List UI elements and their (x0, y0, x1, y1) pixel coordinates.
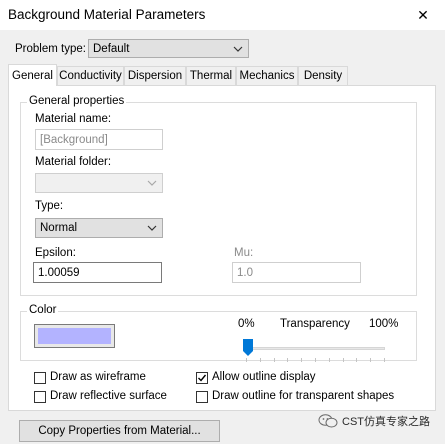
chevron-down-icon (147, 180, 157, 186)
tab-dispersion[interactable]: Dispersion (124, 66, 186, 85)
tab-mechanics[interactable]: Mechanics (236, 66, 298, 85)
material-folder-dropdown (35, 173, 163, 193)
general-properties-title: General properties (27, 95, 127, 107)
color-swatch-button[interactable] (34, 324, 115, 348)
copy-properties-button[interactable]: Copy Properties from Material... (19, 420, 220, 442)
tab-label: Thermal (189, 70, 233, 82)
allow-outline-display-label: Allow outline display (212, 371, 316, 383)
tab-thermal[interactable]: Thermal (186, 66, 236, 85)
material-name-label: Material name: (35, 113, 112, 125)
mu-value: 1.0 (237, 266, 253, 279)
close-button[interactable]: ✕ (408, 3, 438, 27)
transparency-slider-track[interactable] (245, 347, 385, 350)
tab-label: Dispersion (127, 70, 183, 82)
slider-tick (328, 358, 330, 362)
watermark: CST仿真专家之路 (318, 413, 430, 429)
color-swatch (38, 328, 111, 344)
slider-tick (356, 358, 358, 362)
tab-strip: General Conductivity Dispersion Thermal … (8, 64, 348, 86)
checkmark-icon (198, 374, 207, 382)
type-label: Type: (35, 200, 64, 212)
tab-label: General (12, 69, 53, 82)
mu-label: Mu: (234, 247, 254, 259)
transparency-max-label: 100% (369, 318, 399, 330)
tab-conductivity[interactable]: Conductivity (57, 66, 124, 85)
chevron-down-icon (147, 225, 157, 231)
copy-properties-label: Copy Properties from Material... (38, 425, 201, 437)
epsilon-label: Epsilon: (35, 247, 76, 259)
watermark-text: CST仿真专家之路 (342, 416, 430, 428)
draw-reflective-surface-label: Draw reflective surface (50, 390, 167, 402)
transparency-slider-thumb[interactable] (243, 339, 253, 356)
slider-tick (301, 358, 303, 362)
draw-reflective-surface-checkbox[interactable] (34, 391, 46, 403)
slider-tick (259, 358, 261, 362)
draw-as-wireframe-checkbox[interactable] (34, 372, 46, 384)
slider-tick (246, 358, 247, 362)
color-title: Color (27, 304, 59, 316)
slider-tick (342, 358, 344, 362)
slider-tick (273, 358, 275, 362)
tab-label: Mechanics (239, 70, 295, 82)
draw-outline-transparent-label: Draw outline for transparent shapes (212, 390, 395, 402)
draw-as-wireframe-label: Draw as wireframe (50, 371, 146, 383)
type-dropdown[interactable]: Normal (35, 218, 163, 238)
problem-type-value: Default (93, 42, 130, 55)
type-value: Normal (40, 222, 78, 234)
slider-tick (287, 358, 289, 362)
transparency-label: Transparency (280, 318, 350, 330)
epsilon-value: 1.00059 (38, 266, 80, 279)
wechat-icon (318, 414, 338, 428)
draw-outline-transparent-checkbox[interactable] (196, 391, 208, 403)
slider-tick (384, 358, 385, 362)
material-name-value: [Background] (40, 133, 108, 146)
problem-type-dropdown[interactable]: Default (88, 39, 249, 58)
mu-field: 1.0 (232, 262, 361, 283)
material-folder-label: Material folder: (35, 156, 112, 168)
close-icon: ✕ (417, 6, 429, 23)
tab-label: Conductivity (59, 70, 122, 82)
tab-density[interactable]: Density (298, 66, 348, 85)
tab-label: Density (303, 70, 343, 82)
tab-general[interactable]: General (8, 64, 57, 86)
chevron-down-icon (233, 46, 243, 52)
window-title: Background Material Parameters (8, 7, 206, 22)
problem-type-label: Problem type: (15, 43, 86, 55)
allow-outline-display-checkbox[interactable] (196, 372, 208, 384)
slider-tick (370, 358, 372, 362)
slider-tick (315, 358, 316, 362)
epsilon-field[interactable]: 1.00059 (33, 262, 162, 283)
material-name-field: [Background] (35, 129, 163, 150)
transparency-min-label: 0% (238, 318, 255, 330)
